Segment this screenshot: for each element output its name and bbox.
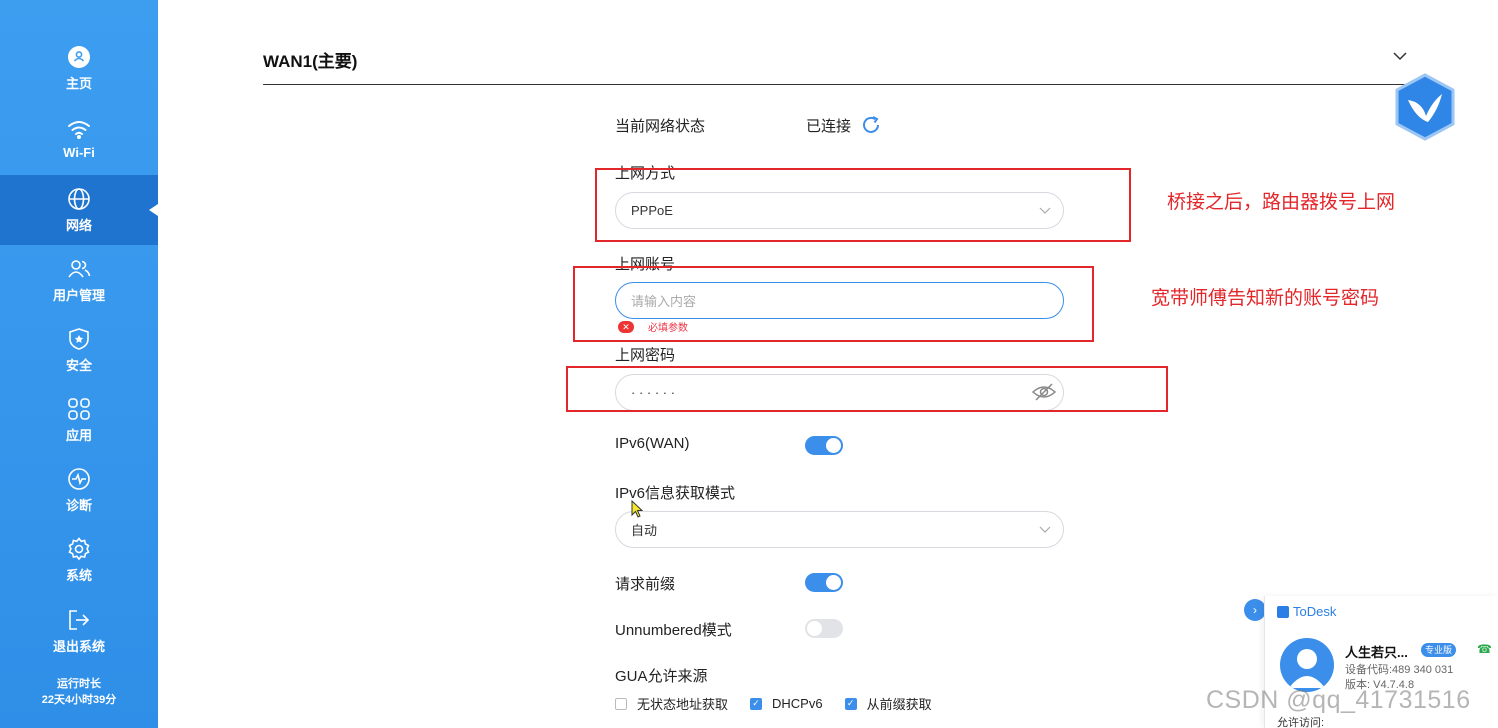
todesk-brand-label: ToDesk [1293, 604, 1337, 619]
chevron-down-icon[interactable] [1392, 50, 1408, 62]
refresh-icon[interactable] [860, 114, 882, 136]
unnumbered-label: Unnumbered模式 [615, 622, 732, 639]
sidebar-item-diagnose[interactable]: 诊断 [0, 455, 158, 525]
sidebar-item-label: Wi-Fi [63, 145, 95, 160]
checkbox[interactable]: ✓ [844, 697, 857, 710]
sidebar-item-label: 安全 [65, 358, 92, 373]
uptime-label: 运行时长 [57, 678, 101, 690]
sidebar-item-logout[interactable]: 退出系统 [0, 596, 158, 666]
gear-icon [68, 537, 90, 561]
checkbox[interactable]: ✓ [750, 697, 763, 710]
chevron-down-icon [1039, 526, 1051, 533]
annotation-mode-note: 桥接之后，路由器拨号上网 [1167, 192, 1396, 213]
home-icon [68, 46, 90, 68]
sidebar-item-wifi[interactable]: Wi-Fi [0, 103, 158, 173]
todesk-logo-icon [1277, 605, 1289, 618]
ipv6-mode-select[interactable]: 自动 [615, 511, 1064, 548]
sidebar-item-label: 诊断 [65, 498, 92, 513]
sidebar-item-label: 退出系统 [52, 639, 105, 654]
password-label: 上网密码 [615, 347, 676, 364]
section-title: WAN1(主要) [263, 52, 358, 71]
wifi-icon [68, 121, 90, 139]
bird-logo-icon[interactable] [1392, 72, 1458, 142]
todesk-brand: ToDesk [1277, 604, 1336, 619]
prefix-label: 请求前缀 [615, 576, 676, 593]
sidebar-item-label: 用户管理 [52, 288, 105, 303]
checkbox[interactable] [615, 697, 627, 710]
annotation-box-password [566, 366, 1168, 412]
gua-option-label: 无状态地址获取 [637, 697, 729, 712]
sidebar: 主页 Wi-Fi 网络 用户管理 安全 应用 诊断 系统 退出系统 运行时长 2… [0, 0, 158, 728]
unnumbered-toggle[interactable] [805, 619, 843, 638]
status-badge: 专业版 [1421, 643, 1457, 657]
gua-option-slaac[interactable]: 无状态地址获取 [615, 694, 728, 713]
diagnose-icon [68, 468, 90, 490]
sidebar-item-label: 系统 [65, 568, 92, 583]
sidebar-item-apps[interactable]: 应用 [0, 385, 158, 455]
user-avatar-icon [1289, 649, 1325, 688]
globe-icon [68, 188, 90, 210]
uptime-value: 22天4小时39分 [41, 694, 117, 706]
gua-label: GUA允许来源 [615, 668, 708, 685]
watermark: CSDN @qq_41731516 [1206, 686, 1471, 714]
sidebar-item-system[interactable]: 系统 [0, 525, 158, 595]
users-icon [68, 260, 91, 278]
todesk-user-name: 人生若只... [1345, 645, 1408, 660]
todesk-allow-label: 允许访问: [1277, 717, 1325, 728]
status-label: 当前网络状态 [615, 118, 706, 135]
mouse-cursor-icon [631, 500, 643, 518]
annotation-box-account [573, 266, 1094, 342]
gua-option-label: 从前缀获取 [866, 697, 932, 712]
ipv6-mode-select-value: 自动 [631, 523, 658, 538]
sidebar-item-network[interactable]: 网络 [0, 175, 158, 245]
sidebar-item-label: 应用 [65, 428, 92, 443]
annotation-account-note: 宽带师傅告知新的账号密码 [1151, 288, 1380, 309]
avatar [1280, 638, 1334, 692]
phone-icon[interactable]: ☎ [1477, 642, 1492, 656]
gua-option-label: DHCPv6 [772, 696, 823, 711]
todesk-collapse-button[interactable]: › [1244, 599, 1266, 621]
gua-options: 无状态地址获取 ✓ DHCPv6 ✓ 从前缀获取 [615, 694, 954, 713]
sidebar-item-home[interactable]: 主页 [0, 33, 158, 103]
logout-icon [69, 610, 90, 630]
prefix-toggle[interactable] [805, 573, 843, 592]
sidebar-item-security[interactable]: 安全 [0, 315, 158, 385]
status-value: 已连接 [806, 118, 852, 135]
apps-icon [68, 398, 90, 420]
ipv6-label: IPv6(WAN) [615, 435, 690, 452]
todesk-device-code: 设备代码:489 340 031 [1345, 664, 1454, 676]
section-divider [263, 84, 1413, 85]
annotation-box-mode [595, 168, 1131, 242]
gua-option-dhcpv6[interactable]: ✓ DHCPv6 [750, 696, 823, 711]
uptime: 运行时长 22天4小时39分 [0, 676, 158, 708]
shield-icon [69, 328, 89, 350]
sidebar-item-label: 主页 [65, 76, 92, 91]
sidebar-item-users[interactable]: 用户管理 [0, 245, 158, 315]
sidebar-item-label: 网络 [65, 218, 92, 233]
gua-option-prefix[interactable]: ✓ 从前缀获取 [844, 694, 932, 713]
ipv6-toggle[interactable] [805, 436, 843, 455]
